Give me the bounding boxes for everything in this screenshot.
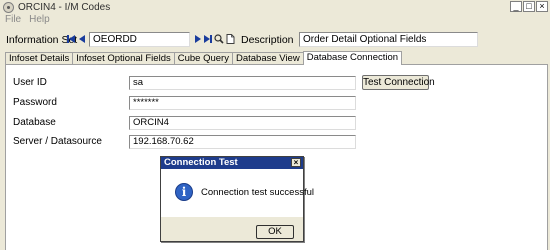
server-input[interactable]: 192.168.70.62 xyxy=(129,135,356,149)
new-document-icon[interactable] xyxy=(226,34,235,44)
connection-test-dialog: Connection Test × i Connection test succ… xyxy=(160,156,314,242)
menu-help[interactable]: Help xyxy=(29,14,50,26)
dialog-title: Connection Test xyxy=(164,157,238,168)
dialog-body: i Connection test successful xyxy=(161,169,314,217)
server-label: Server / Datasource xyxy=(13,136,102,147)
menu-file[interactable]: File xyxy=(5,14,21,26)
tab-database-connection[interactable]: Database Connection xyxy=(302,51,403,65)
maximize-button[interactable]: □ xyxy=(523,1,535,12)
window-controls: _ □ × xyxy=(510,1,548,12)
infoset-row: Information Set OEORDD Description Order… xyxy=(0,31,550,49)
database-input[interactable]: ORCIN4 xyxy=(129,116,356,130)
info-icon: i xyxy=(175,183,193,201)
dialog-message: Connection test successful xyxy=(201,187,315,198)
user-id-input[interactable]: sa xyxy=(129,76,356,90)
password-label: Password xyxy=(13,97,57,108)
minimize-button[interactable]: _ xyxy=(510,1,522,12)
database-label: Database xyxy=(13,117,56,128)
tab-strip: Infoset Details Infoset Optional Fields … xyxy=(5,51,403,65)
window-title: ORCIN4 - I/M Codes xyxy=(18,1,111,13)
title-bar: ORCIN4 - I/M Codes _ □ × xyxy=(0,0,550,14)
app-icon xyxy=(3,1,14,13)
infoset-input[interactable]: OEORDD xyxy=(89,32,190,47)
user-id-label: User ID xyxy=(13,77,47,88)
description-label: Description xyxy=(241,34,294,46)
first-record-icon[interactable] xyxy=(67,34,76,44)
password-input[interactable]: ******* xyxy=(129,96,356,110)
previous-record-icon[interactable] xyxy=(78,34,87,44)
description-input[interactable]: Order Detail Optional Fields xyxy=(299,32,478,47)
search-icon[interactable] xyxy=(214,34,224,44)
test-connection-button[interactable]: Test Connection xyxy=(362,75,435,90)
next-record-icon[interactable] xyxy=(193,34,202,44)
close-button[interactable]: × xyxy=(536,1,548,12)
ok-button[interactable]: OK xyxy=(256,225,294,239)
dialog-close-button[interactable]: × xyxy=(291,158,301,167)
last-record-icon[interactable] xyxy=(203,34,212,44)
dialog-title-bar: Connection Test × xyxy=(161,157,303,169)
menu-bar: File Help xyxy=(0,14,550,26)
